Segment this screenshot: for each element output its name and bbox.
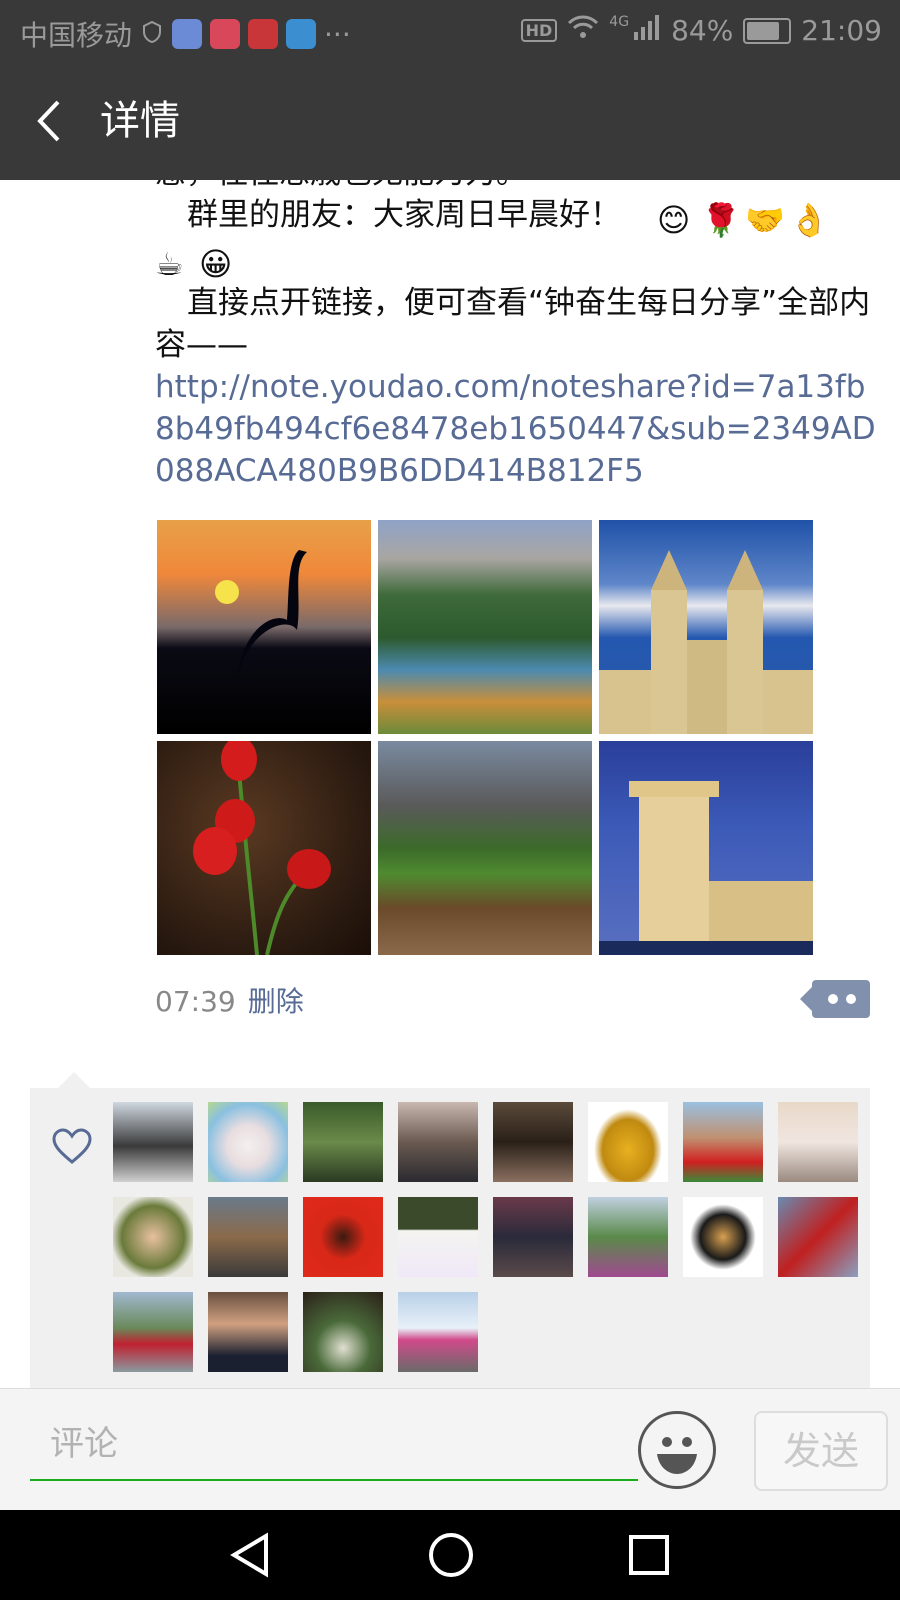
more-actions-button[interactable] <box>800 980 870 1018</box>
shield-icon <box>140 18 164 51</box>
mail-app-icon <box>248 19 279 49</box>
battery-icon <box>743 17 792 44</box>
battery-percent: 84% <box>671 14 734 47</box>
more-notifications-icon: ··· <box>324 17 351 51</box>
avatar[interactable] <box>113 1292 193 1372</box>
dot-icon <box>828 994 838 1004</box>
coffee-emoji-icon: ☕ <box>155 245 184 283</box>
red-tulips-photo[interactable] <box>157 741 371 955</box>
nav-home-icon[interactable] <box>428 1532 474 1578</box>
chevron-left-icon <box>37 100 60 142</box>
network-type: 4G <box>609 14 630 30</box>
post-time: 07:39 <box>155 985 236 1018</box>
video-app-icon <box>210 19 241 49</box>
post-meta: 07:39 删除 <box>155 980 304 1020</box>
avatar[interactable] <box>303 1197 383 1277</box>
avatar[interactable] <box>303 1102 383 1182</box>
ok-hand-emoji-icon: 👌 <box>789 201 829 239</box>
back-button[interactable] <box>30 94 80 148</box>
post-body: 感，往往悲戚也无能为力。 群里的朋友：大家周日早晨好！😊🌹🤝👌 ☕😀 直接点开链… <box>155 180 885 492</box>
avatar[interactable] <box>208 1197 288 1277</box>
likes-panel <box>30 1072 870 1388</box>
belem-tower-photo[interactable] <box>599 741 813 955</box>
mountain-lake-photo[interactable] <box>378 520 592 734</box>
heart-icon <box>52 1128 92 1164</box>
avatar[interactable] <box>588 1102 668 1182</box>
avatar[interactable] <box>398 1102 478 1182</box>
clipped-text-line: 感，往往悲戚也无能为力。 <box>155 180 885 194</box>
avatar[interactable] <box>778 1197 858 1277</box>
hd-badge: HD <box>520 19 558 42</box>
avatar[interactable] <box>588 1197 668 1277</box>
mountain-stream-photo[interactable] <box>378 741 592 955</box>
avatar[interactable] <box>398 1292 478 1372</box>
header: 详情 <box>0 62 900 180</box>
instruction-text: 直接点开链接，便可查看“钟奋生每日分享”全部内容—— <box>155 285 871 363</box>
avatar[interactable] <box>778 1102 858 1182</box>
carrier-label: 中国移动 <box>20 19 133 52</box>
clock: 21:09 <box>801 14 882 47</box>
smile-emoji-icon: 😊 <box>657 201 691 239</box>
cathedral-towers-photo[interactable] <box>599 520 813 734</box>
delete-link[interactable]: 删除 <box>248 985 304 1018</box>
smiley-icon <box>657 1437 697 1474</box>
avatar[interactable] <box>398 1197 478 1277</box>
crane-sunset-photo[interactable] <box>157 520 371 734</box>
avatar[interactable] <box>493 1197 573 1277</box>
avatar[interactable] <box>303 1292 383 1372</box>
emoji-button[interactable] <box>638 1411 716 1489</box>
avatar[interactable] <box>683 1197 763 1277</box>
green-face-emoji-icon: 😀 <box>199 245 233 283</box>
greeting-text: 群里的朋友：大家周日早晨好！ 😊 🌹 🤝 👌 ☕ 😀 <box>155 194 885 282</box>
page-title: 详情 <box>100 98 180 144</box>
avatar[interactable] <box>493 1102 573 1182</box>
handshake-emoji-icon: 🤝 <box>745 201 785 239</box>
avatar[interactable] <box>113 1102 193 1182</box>
comment-input[interactable] <box>30 1409 638 1481</box>
baidu-app-icon <box>172 19 203 49</box>
dot-icon <box>846 994 856 1004</box>
nav-recents-icon[interactable] <box>628 1534 670 1576</box>
system-nav-bar <box>0 1510 900 1600</box>
nav-back-icon[interactable] <box>228 1532 272 1578</box>
comment-bar: 发送 <box>0 1388 900 1511</box>
avatar[interactable] <box>683 1102 763 1182</box>
rose-emoji-icon: 🌹 <box>701 201 741 239</box>
send-button[interactable]: 发送 <box>754 1411 888 1491</box>
telegram-app-icon <box>286 19 317 49</box>
avatar[interactable] <box>113 1197 193 1277</box>
avatar[interactable] <box>208 1102 288 1182</box>
avatar[interactable] <box>208 1292 288 1372</box>
signal-icon <box>633 14 661 47</box>
status-bar: 中国移动 ··· HD 4G 84% 21:09 <box>0 0 900 62</box>
wifi-icon <box>567 14 599 47</box>
note-link[interactable]: http://note.youdao.com/noteshare?id=7a13… <box>155 366 885 492</box>
